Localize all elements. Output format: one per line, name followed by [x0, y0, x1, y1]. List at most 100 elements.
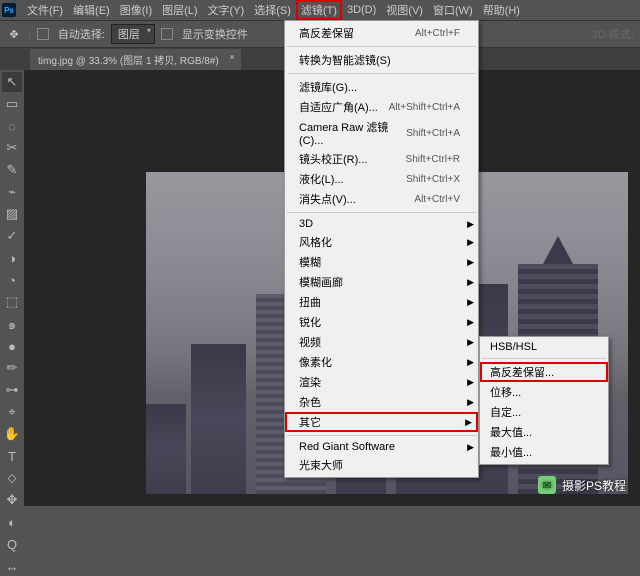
- tool-eraser[interactable]: ⬚: [2, 292, 22, 312]
- other-high-pass[interactable]: 高反差保留...: [480, 362, 608, 382]
- menu-type[interactable]: 文字(Y): [203, 0, 250, 20]
- filter-blur-gallery[interactable]: 模糊画廊▶: [285, 272, 478, 292]
- submenu-arrow-icon: ▶: [467, 317, 474, 328]
- filter-other[interactable]: 其它▶: [285, 412, 478, 432]
- filter-light-master[interactable]: 光束大师: [285, 455, 478, 475]
- filter-distort[interactable]: 扭曲▶: [285, 292, 478, 312]
- tool-path[interactable]: ⌖: [2, 402, 22, 422]
- submenu-arrow-icon: ▶: [467, 237, 474, 248]
- filter-noise[interactable]: 杂色▶: [285, 392, 478, 412]
- menu-select[interactable]: 选择(S): [249, 0, 296, 20]
- tool-pen[interactable]: ⊶: [2, 380, 22, 400]
- filter-camera-raw[interactable]: Camera Raw 滤镜(C)...Shift+Ctrl+A: [285, 117, 478, 149]
- tool-history-brush[interactable]: ◔: [2, 270, 22, 290]
- submenu-arrow-icon: ▶: [467, 442, 474, 453]
- submenu-arrow-icon: ▶: [465, 417, 472, 428]
- menu-item-label: 高反差保留: [299, 25, 415, 41]
- tool-blur[interactable]: ●: [2, 336, 22, 356]
- document-tab-title: timg.jpg @ 33.3% (图层 1 拷贝, RGB/8#): [38, 56, 219, 67]
- filter-last[interactable]: 高反差保留 Alt+Ctrl+F: [285, 23, 478, 43]
- tool-eyedropper[interactable]: ✎: [2, 160, 22, 180]
- submenu-arrow-icon: ▶: [467, 297, 474, 308]
- filter-lens-correction[interactable]: 镜头校正(R)...Shift+Ctrl+R: [285, 149, 478, 169]
- tool-gradient[interactable]: ๑: [2, 314, 22, 334]
- wechat-icon: ✉: [538, 476, 556, 494]
- other-custom[interactable]: 自定...: [480, 402, 608, 422]
- tool-dodge[interactable]: ✏: [2, 358, 22, 378]
- menu-separator: [287, 435, 476, 436]
- tool-quick-select[interactable]: ▨: [2, 204, 22, 224]
- tool-quick-mask[interactable]: Q: [2, 534, 22, 554]
- submenu-arrow-icon: ▶: [467, 219, 474, 230]
- submenu-arrow-icon: ▶: [467, 397, 474, 408]
- menu-file[interactable]: 文件(F): [22, 0, 68, 20]
- menu-edit[interactable]: 编辑(E): [68, 0, 115, 20]
- tool-direct-select[interactable]: ✥: [2, 490, 22, 510]
- tool-crop[interactable]: ✂: [2, 138, 22, 158]
- menu-item-shortcut: Alt+Ctrl+F: [415, 28, 460, 39]
- other-offset[interactable]: 位移...: [480, 382, 608, 402]
- submenu-arrow-icon: ▶: [467, 277, 474, 288]
- filter-menu: 高反差保留 Alt+Ctrl+F 转换为智能滤镜(S) 滤镜库(G)... 自适…: [284, 20, 479, 478]
- tool-shape[interactable]: ⬦: [2, 468, 22, 488]
- menu-window[interactable]: 窗口(W): [428, 0, 478, 20]
- menu-separator: [287, 212, 476, 213]
- filter-adaptive-wide-angle[interactable]: 自适应广角(A)...Alt+Shift+Ctrl+A: [285, 97, 478, 117]
- filter-3d[interactable]: 3D▶: [285, 216, 478, 232]
- toolbox: ↖ ▭ ◌ ✂ ✎ ⌁ ▨ ✓ ◑ ◔ ⬚ ๑ ● ✏ ⊶ ⌖ ✋ T ⬦ ✥ …: [0, 70, 24, 576]
- tool-screen-mode[interactable]: ↔: [2, 556, 22, 576]
- menu-view[interactable]: 视图(V): [381, 0, 428, 20]
- menu-3d[interactable]: 3D(D): [342, 2, 381, 18]
- filter-red-giant[interactable]: Red Giant Software▶: [285, 439, 478, 455]
- menu-item-label: 转换为智能滤镜(S): [299, 52, 460, 68]
- tool-spot-heal[interactable]: ⌁: [2, 182, 22, 202]
- app-logo: Ps: [2, 3, 16, 17]
- filter-gallery[interactable]: 滤镜库(G)...: [285, 77, 478, 97]
- filter-convert-smart[interactable]: 转换为智能滤镜(S): [285, 50, 478, 70]
- filter-sharpen[interactable]: 锐化▶: [285, 312, 478, 332]
- auto-select-checkbox[interactable]: [37, 28, 52, 40]
- menubar: Ps 文件(F) 编辑(E) 图像(I) 图层(L) 文字(Y) 选择(S) 滤…: [0, 0, 640, 20]
- menu-separator: [287, 46, 476, 47]
- menu-layer[interactable]: 图层(L): [157, 0, 202, 20]
- tool-move[interactable]: ↖: [2, 72, 22, 92]
- filter-blur[interactable]: 模糊▶: [285, 252, 478, 272]
- tool-rotate[interactable]: ◐: [2, 512, 22, 532]
- filter-vanishing-point[interactable]: 消失点(V)...Alt+Ctrl+V: [285, 189, 478, 209]
- watermark-text: 摄影PS教程: [562, 477, 626, 494]
- show-transform-checkbox[interactable]: [161, 28, 176, 40]
- mode-3d-label: 3D 模式:: [592, 26, 634, 42]
- menu-help[interactable]: 帮助(H): [478, 0, 525, 20]
- close-tab-icon[interactable]: ×: [230, 52, 235, 62]
- filter-liquify[interactable]: 液化(L)...Shift+Ctrl+X: [285, 169, 478, 189]
- divider: |: [28, 28, 31, 40]
- auto-select-dropdown[interactable]: 图层: [111, 24, 155, 44]
- filter-other-submenu: HSB/HSL 高反差保留... 位移... 自定... 最大值... 最小值.…: [479, 336, 609, 465]
- submenu-arrow-icon: ▶: [467, 337, 474, 348]
- menu-image[interactable]: 图像(I): [115, 0, 157, 20]
- tool-lasso[interactable]: ◌: [2, 116, 22, 136]
- tool-text[interactable]: T: [2, 446, 22, 466]
- other-hsb-hsl[interactable]: HSB/HSL: [480, 339, 608, 355]
- submenu-arrow-icon: ▶: [467, 357, 474, 368]
- filter-pixelate[interactable]: 像素化▶: [285, 352, 478, 372]
- tool-hand[interactable]: ✋: [2, 424, 22, 444]
- filter-render[interactable]: 渲染▶: [285, 372, 478, 392]
- document-tab[interactable]: timg.jpg @ 33.3% (图层 1 拷贝, RGB/8#) ×: [30, 49, 241, 70]
- other-minimum[interactable]: 最小值...: [480, 442, 608, 462]
- other-maximum[interactable]: 最大值...: [480, 422, 608, 442]
- move-tool-icon: ✥: [6, 26, 22, 42]
- menu-separator: [482, 358, 606, 359]
- auto-select-label: 自动选择:: [58, 26, 105, 42]
- submenu-arrow-icon: ▶: [467, 377, 474, 388]
- show-transform-label: 显示变换控件: [182, 26, 248, 42]
- tool-clone[interactable]: ◑: [2, 248, 22, 268]
- filter-stylize[interactable]: 风格化▶: [285, 232, 478, 252]
- menu-filter[interactable]: 滤镜(T): [296, 0, 342, 20]
- menu-separator: [287, 73, 476, 74]
- filter-video[interactable]: 视频▶: [285, 332, 478, 352]
- watermark: ✉ 摄影PS教程: [538, 476, 626, 494]
- tool-brush[interactable]: ✓: [2, 226, 22, 246]
- tool-marquee[interactable]: ▭: [2, 94, 22, 114]
- submenu-arrow-icon: ▶: [467, 257, 474, 268]
